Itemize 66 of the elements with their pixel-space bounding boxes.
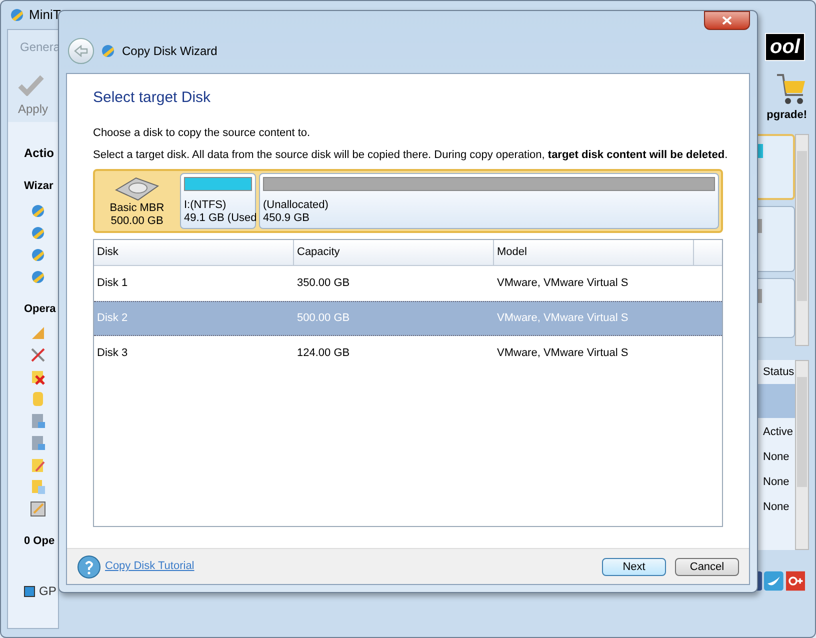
- hard-drive-icon: [114, 176, 160, 202]
- ruler-icon: [30, 325, 46, 341]
- shopping-cart-icon[interactable]: [775, 73, 807, 107]
- copy-icon: [30, 479, 46, 495]
- help-icon[interactable]: [77, 554, 101, 578]
- status-cell-text: Active: [762, 424, 794, 440]
- table-cell-text: 350.00 GB: [296, 276, 351, 291]
- apply-label[interactable]: Apply: [18, 100, 48, 118]
- tutorial-link[interactable]: Copy Disk Tutorial: [105, 558, 194, 575]
- back-arrow-icon: [74, 45, 88, 57]
- upgrade-label[interactable]: pgrade!: [766, 107, 807, 124]
- wizard-icon: [30, 268, 46, 284]
- table-cell-text: VMware, VMware Virtual S: [496, 276, 630, 291]
- status-cell-text: None: [762, 500, 790, 514]
- table-cell-text: 500.00 GB: [296, 310, 351, 326]
- legend-swatch: [24, 586, 35, 596]
- document-icon: [30, 413, 46, 429]
- cancel-button[interactable]: Cancel: [675, 558, 739, 576]
- wizard-icon: [9, 7, 25, 23]
- pencil-icon: [30, 457, 46, 473]
- column-header[interactable]: Disk: [94, 240, 294, 264]
- close-button[interactable]: [704, 11, 750, 30]
- wizard-icon: [30, 202, 46, 218]
- wizard-icon: [100, 43, 116, 59]
- column-header[interactable]: Capacity: [294, 240, 494, 264]
- plus-icon[interactable]: [786, 570, 805, 592]
- checkmark-icon[interactable]: [18, 74, 44, 96]
- scrollbar[interactable]: [795, 360, 809, 550]
- partition-block[interactable]: (Unallocated) 450.9 GB: [259, 172, 719, 228]
- table-cell-text: 124.00 GB: [296, 346, 351, 361]
- logo: ool: [765, 33, 805, 61]
- table-cell-text: VMware, VMware Virtual S: [496, 310, 630, 326]
- panel-heading: Actio: [24, 145, 55, 162]
- back-button[interactable]: [68, 38, 94, 64]
- group-heading: 0 Ope: [24, 534, 56, 549]
- partition-label: (Unallocated): [263, 198, 330, 212]
- disk-type-label: Basic MBR: [110, 202, 164, 214]
- document-icon: [30, 435, 46, 451]
- delete-icon: [30, 369, 46, 385]
- tools-icon: [30, 347, 46, 363]
- page-heading: Select target Disk: [93, 88, 212, 108]
- table-cell-text: Disk 2: [96, 310, 129, 326]
- wizard-icon: [30, 224, 46, 240]
- scrollbar[interactable]: [795, 134, 809, 346]
- partition-label: I:(NTFS): [184, 198, 228, 212]
- next-button[interactable]: Next: [602, 558, 666, 576]
- disk-size-label: 500.00 GB: [110, 214, 164, 228]
- table-cell-text: Disk 1: [96, 276, 129, 291]
- legend-label: GP: [39, 583, 56, 600]
- status-cell-text: None: [762, 450, 790, 464]
- dialog-title: Copy Disk Wizard: [122, 43, 218, 60]
- cylinder-icon: [30, 391, 46, 407]
- window-title: MiniT: [29, 6, 61, 24]
- partition-size: 450.9 GB: [263, 212, 310, 224]
- table-cell-text: VMware, VMware Virtual S: [496, 346, 630, 361]
- status-cell-text: None: [762, 474, 790, 490]
- intro-text: Choose a disk to copy the source content to.: [93, 126, 312, 140]
- close-icon: [722, 16, 732, 25]
- table-cell-text: Disk 3: [96, 346, 129, 361]
- partition-block[interactable]: I:(NTFS) 49.1 GB (Used: [180, 172, 256, 228]
- group-heading: Wizar: [24, 179, 54, 194]
- group-heading: Opera: [24, 302, 57, 316]
- disk-map[interactable]: Basic MBR 500.00 GB I:(NTFS) 49.1 GB (Used (Unallocated) 450.9 GB: [93, 168, 723, 232]
- wizard-icon: [30, 246, 46, 262]
- column-header[interactable]: Model: [494, 240, 694, 264]
- bird-icon[interactable]: [764, 570, 784, 592]
